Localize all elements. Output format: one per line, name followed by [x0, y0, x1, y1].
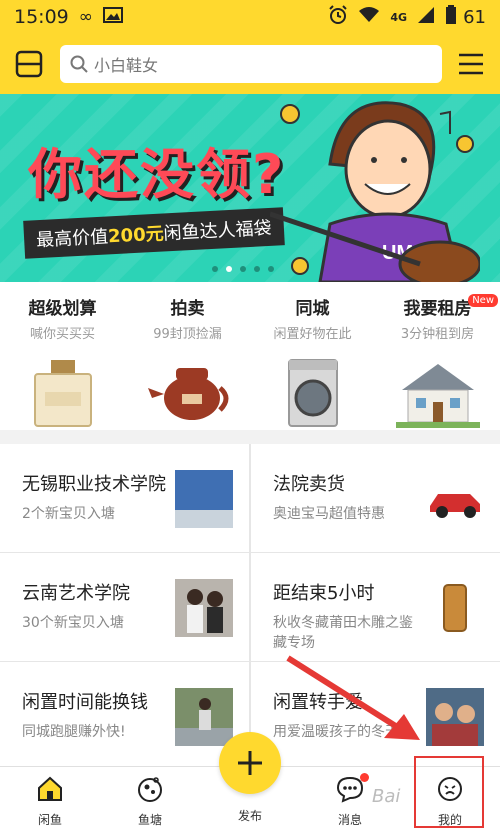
quick-entry-super-deal[interactable]: 超级划算 喊你买买买 [0, 282, 125, 430]
image-icon [102, 6, 123, 28]
nav-label: 消息 [337, 813, 362, 827]
pond-card[interactable]: 法院卖货 奥迪宝马超值特惠 [251, 444, 500, 552]
new-badge: New [468, 294, 498, 307]
watermark: Bai [372, 786, 401, 807]
quick-entry-auction[interactable]: 拍卖 99封顶捡漏 [125, 282, 250, 430]
quick-entry-local[interactable]: 同城 闲置好物在此 [250, 282, 375, 430]
quick-entries: 超级划算 喊你买买买 拍卖 99封顶捡漏 同城 闲置好物在此 我要租房 3分钟租… [0, 282, 500, 430]
girls-photo-thumb [175, 579, 233, 637]
pond-icon [138, 777, 162, 802]
battery-icon [445, 4, 457, 30]
banner-tag-amount: 200元 [107, 223, 165, 248]
carousel-dots [212, 266, 274, 272]
quick-entry-title: 拍卖 [170, 299, 205, 319]
nav-item-home[interactable]: 闲鱼 [0, 767, 100, 833]
quick-entry-subtitle: 喊你买买买 [29, 327, 95, 342]
scan-button[interactable] [12, 47, 46, 81]
quick-entry-subtitle: 99封顶捡漏 [153, 327, 222, 342]
infinity-icon: ∞ [78, 7, 93, 27]
nav-label: 鱼塘 [137, 813, 162, 827]
quick-entry-title: 超级划算 [28, 299, 97, 319]
annotation-highlight-box [414, 756, 484, 828]
search-icon [70, 55, 88, 73]
pond-card[interactable]: 云南艺术学院 30个新宝贝入塘 [0, 553, 249, 661]
runner-thumb [175, 688, 233, 746]
nav-label: 闲鱼 [37, 813, 62, 827]
pond-card[interactable]: 闲置时间能换钱 同城跑腿赚外快! [0, 662, 249, 766]
children-thumb [426, 688, 484, 746]
washing-machine-image [287, 359, 338, 427]
quick-entry-subtitle: 闲置好物在此 [273, 327, 352, 342]
wood-carving-thumb [426, 579, 484, 637]
house-image [395, 364, 480, 428]
perfume-image [33, 360, 92, 427]
carousel-dot [268, 266, 274, 272]
home-icon [38, 776, 62, 801]
annotation-arrow-icon [286, 655, 420, 740]
teapot-image [147, 368, 228, 420]
plus-icon [238, 751, 262, 775]
carousel-dot-active [226, 266, 232, 272]
carousel-dot [212, 266, 218, 272]
battery-level: 61 [463, 6, 486, 28]
banner-tag-prefix: 最高价值 [35, 226, 109, 252]
nav-label: 发布 [237, 809, 262, 823]
unread-dot [360, 773, 369, 782]
quick-entry-title: 同城 [295, 299, 330, 319]
hamburger-icon [459, 53, 483, 75]
carousel-dot [254, 266, 260, 272]
alarm-icon [328, 4, 348, 30]
quick-entry-rent-house[interactable]: 我要租房 3分钟租到房 New [375, 282, 500, 430]
blue-fabric-thumb [175, 470, 233, 528]
wifi-icon [358, 6, 380, 29]
banner-tag-suffix: 闲鱼达人福袋 [163, 217, 273, 245]
banner-headline: 你还没领? [28, 143, 286, 206]
red-car-thumb [426, 470, 484, 528]
promo-banner[interactable]: 你还没领? 最高价值200元闲鱼达人福袋 UM [0, 94, 500, 282]
signal-bars-icon [417, 6, 435, 29]
status-bar: 15:09 ∞ 4G 61 [0, 0, 500, 34]
guitar-player-illustration: UM [270, 101, 480, 282]
carousel-dot [240, 266, 246, 272]
search-input[interactable]: 小白鞋女 [60, 45, 442, 83]
pond-card[interactable]: 无锡职业技术学院 2个新宝贝入塘 [0, 444, 249, 552]
signal-4g-icon: 4G [390, 10, 408, 24]
status-time: 15:09 [14, 6, 69, 28]
scan-icon [15, 50, 43, 78]
pond-grid: 无锡职业技术学院 2个新宝贝入塘 法院卖货 奥迪宝马超值特惠 云南艺术学院 30… [0, 444, 500, 766]
publish-button[interactable] [219, 732, 281, 794]
pond-subtitle: 秋收冬藏莆田木雕之鉴藏专场 [273, 615, 413, 651]
menu-button[interactable] [454, 47, 488, 81]
search-placeholder: 小白鞋女 [94, 56, 159, 75]
pond-card[interactable]: 距结束5小时 秋收冬藏莆田木雕之鉴藏专场 [251, 553, 500, 661]
quick-entry-subtitle: 3分钟租到房 [400, 327, 475, 342]
header: 小白鞋女 [0, 34, 500, 94]
nav-item-pond[interactable]: 鱼塘 [100, 767, 200, 833]
